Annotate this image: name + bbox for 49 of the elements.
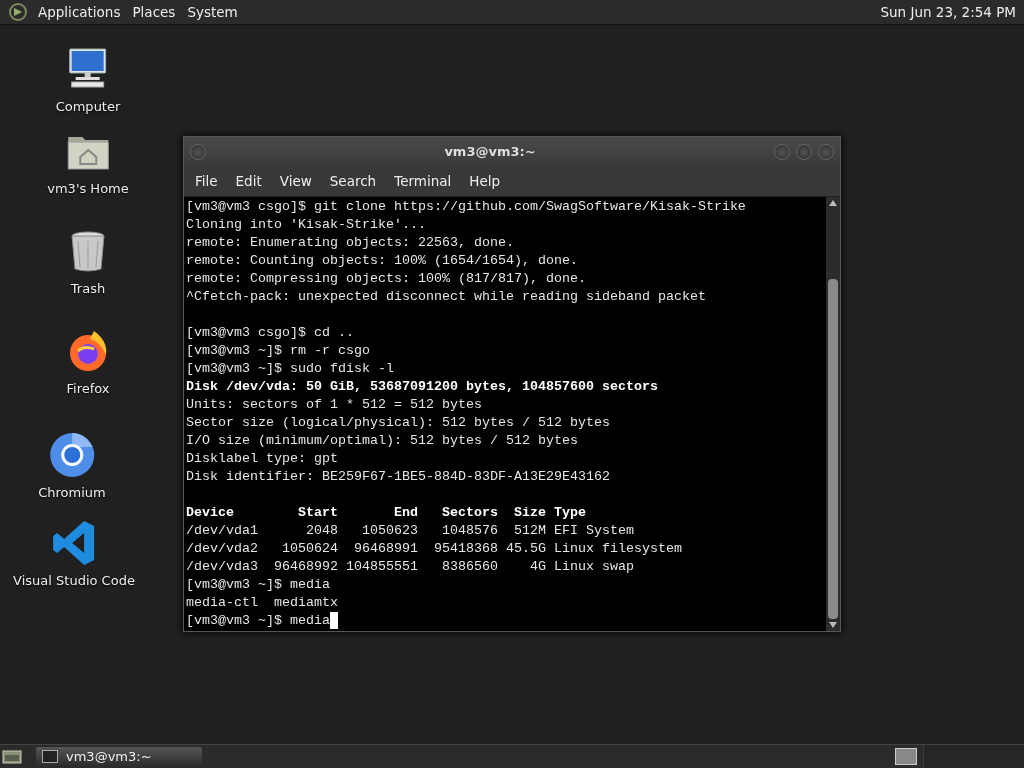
menu-item[interactable]: Help — [460, 173, 510, 189]
terminal-line: /dev/vda3 96468992 104855551 8386560 4G Linux swap — [186, 558, 634, 576]
terminal-line: Cloning into 'Kisak-Strike'... — [186, 216, 426, 234]
terminal-line: Disk /dev/vda: 50 GiB, 53687091200 bytes, 104857600 sectors — [186, 378, 658, 396]
terminal-line: remote: Enumerating objects: 22563, done. — [186, 234, 514, 252]
terminal-line: Sector size (logical/physical): 512 bytes / 512 bytes — [186, 414, 610, 432]
window-title: vm3@vm3:~ — [443, 144, 537, 159]
menu-item[interactable]: View — [270, 173, 321, 189]
terminal-line: [vm3@vm3 ~]$ sudo fdisk -l — [186, 360, 394, 378]
scrollbar[interactable] — [826, 197, 840, 631]
icon-label[interactable]: Firefox — [66, 381, 110, 396]
clock[interactable]: Sun Jun 23, 2:54 PM — [878, 4, 1018, 20]
chromium-icon[interactable] — [48, 431, 96, 479]
workspace-switcher[interactable] — [895, 748, 917, 765]
terminal-line: ^Cfetch-pack: unexpected disconnect while reading sideband packet — [186, 288, 706, 306]
terminal-line: [vm3@vm3 ~]$ media — [186, 612, 330, 630]
icon-label[interactable]: Computer — [55, 99, 121, 114]
icon-label[interactable]: Chromium — [38, 485, 106, 500]
terminal-line: remote: Counting objects: 100% (1654/1654), done. — [186, 252, 578, 270]
scroll-up-icon[interactable] — [829, 200, 837, 206]
scroll-down-icon[interactable] — [829, 622, 837, 628]
panel-menu[interactable]: System — [181, 4, 244, 20]
terminal-line: Device Start End Sectors Size Type — [186, 504, 586, 522]
panel-menu[interactable]: Places — [126, 4, 182, 20]
icon-label[interactable]: vm3's Home — [47, 181, 129, 196]
terminal-line: [vm3@vm3 ~]$ media — [186, 576, 330, 594]
menu-item[interactable]: Terminal — [385, 173, 461, 189]
menu-item[interactable]: File — [186, 173, 227, 189]
logo-icon[interactable] — [8, 2, 28, 22]
panel-menu[interactable]: Applications — [32, 4, 127, 20]
taskbar-button[interactable]: vm3@vm3:~ — [36, 746, 202, 767]
terminal-line: Units: sectors of 1 * 512 = 512 bytes — [186, 396, 482, 414]
show-desktop-icon[interactable] — [2, 748, 22, 765]
terminal-line: I/O size (minimum/optimal): 512 bytes / 512 bytes — [186, 432, 578, 450]
terminal-line: remote: Compressing objects: 100% (817/817), done. — [186, 270, 586, 288]
terminal-line: [vm3@vm3 ~]$ rm -r csgo — [186, 342, 370, 360]
terminal-line: /dev/vda2 1050624 96468991 95418368 45.5G Linux filesystem — [186, 540, 682, 558]
icon-label[interactable]: Trash — [70, 281, 106, 296]
terminal-line: [vm3@vm3 csgo]$ cd .. — [186, 324, 354, 342]
terminal-line: Disklabel type: gpt — [186, 450, 338, 468]
terminal-line: media-ctl mediamtx — [186, 594, 338, 612]
menu-item[interactable]: Edit — [226, 173, 271, 189]
terminal-icon — [42, 750, 58, 763]
terminal-line: Disk identifier: BE259F67-1BE5-884D-83DF-A13E29E43162 — [186, 468, 610, 486]
terminal-line: [vm3@vm3 csgo]$ git clone https://github.com/SwagSoftware/Kisak-Strike — [186, 198, 746, 216]
menu-item[interactable]: Search — [320, 173, 386, 189]
terminal-line: /dev/vda1 2048 1050623 1048576 512M EFI System — [186, 522, 634, 540]
icon-label[interactable]: Visual Studio Code — [13, 573, 135, 588]
scroll-thumb[interactable] — [828, 279, 838, 619]
